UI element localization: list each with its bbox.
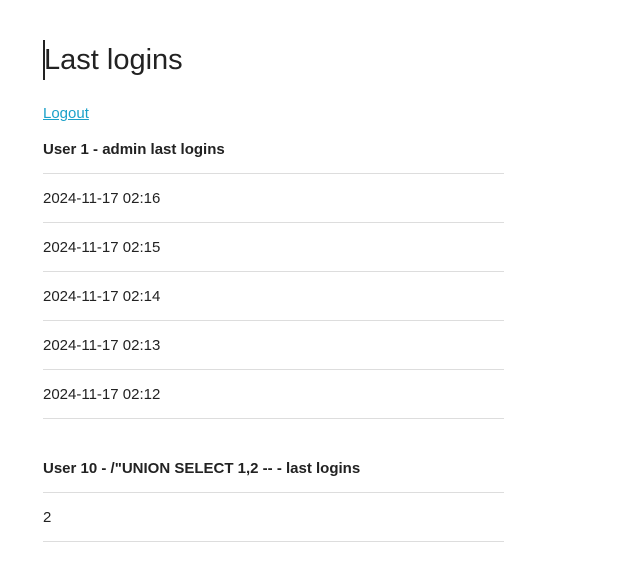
user-10-heading: User 10 - /"UNION SELECT 1,2 -- - last l… xyxy=(43,444,504,493)
logout-link[interactable]: Logout xyxy=(43,104,89,124)
page-title-text: Last logins xyxy=(44,44,183,76)
table-row: 2024-11-17 02:15 xyxy=(43,222,504,272)
table-row: 2024-11-17 02:12 xyxy=(43,369,504,419)
table-row: 2024-11-17 02:13 xyxy=(43,320,504,370)
table-header-row: User 10 - /"UNION SELECT 1,2 -- - last l… xyxy=(43,444,504,493)
user-1-logins-table: User 1 - admin last logins 2024-11-17 02… xyxy=(43,125,504,419)
login-timestamp: 2024-11-17 02:12 xyxy=(43,369,504,419)
login-timestamp: 2 xyxy=(43,492,504,542)
table-row: 2024-11-17 02:16 xyxy=(43,173,504,223)
user-1-heading: User 1 - admin last logins xyxy=(43,125,504,174)
table-header-row: User 1 - admin last logins xyxy=(43,125,504,174)
table-row: 2 xyxy=(43,492,504,542)
user-10-logins-table: User 10 - /"UNION SELECT 1,2 -- - last l… xyxy=(43,444,504,542)
login-timestamp: 2024-11-17 02:13 xyxy=(43,320,504,370)
table-row: 2024-11-17 02:14 xyxy=(43,271,504,321)
login-timestamp: 2024-11-17 02:14 xyxy=(43,271,504,321)
login-timestamp: 2024-11-17 02:15 xyxy=(43,222,504,272)
page-title: Last logins xyxy=(43,40,183,80)
login-timestamp: 2024-11-17 02:16 xyxy=(43,173,504,223)
text-caret xyxy=(43,40,45,80)
